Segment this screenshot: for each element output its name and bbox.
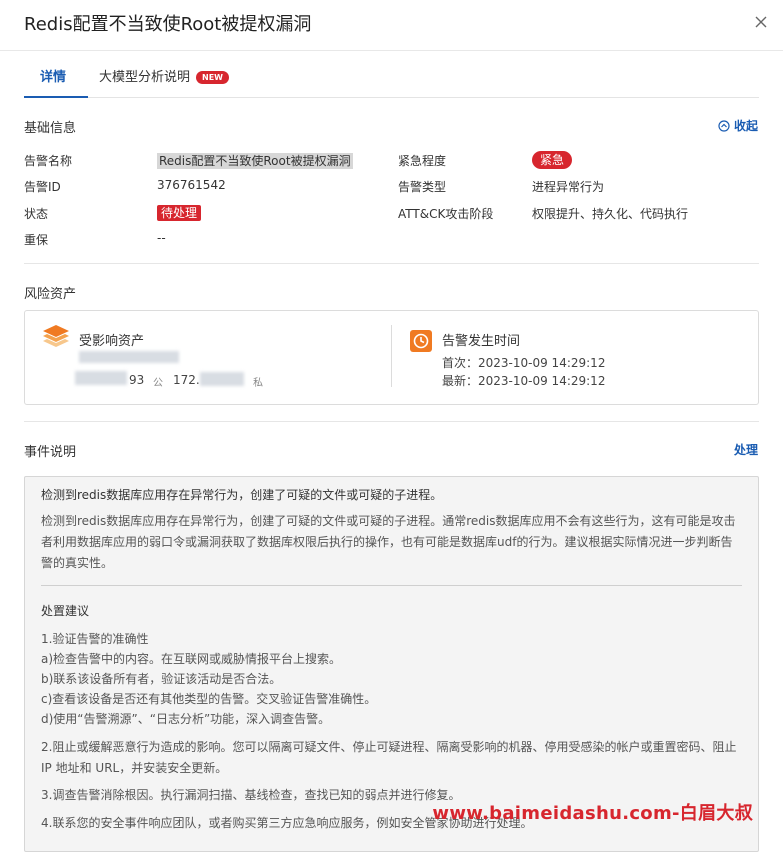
alert-type-value: 进程异常行为	[532, 180, 605, 194]
clock-icon	[410, 330, 432, 352]
urgency-label: 紧急程度	[398, 154, 447, 168]
private-ip-tag: 私	[253, 378, 263, 389]
collapse-button[interactable]: 收起	[718, 117, 758, 134]
collapse-label: 收起	[733, 119, 758, 133]
advice-1-d: d)使用“告警溯源”、“日志分析”功能，深入调查告警。	[41, 712, 331, 726]
status-value: 待处理	[157, 204, 202, 221]
close-icon[interactable]	[751, 12, 771, 32]
advice-1-b: b)联系该设备所有者，验证该活动是否合法。	[41, 672, 282, 686]
urgency-value: 紧急	[532, 151, 573, 169]
layers-icon	[41, 325, 71, 355]
redacted-ip	[75, 371, 127, 385]
redacted-hostname	[79, 351, 179, 363]
tab-bar: 详情 大模型分析说明 NEW	[24, 50, 759, 98]
advice-2: 2.阻止或缓解恶意行为造成的影响。您可以隔离可疑文件、停止可疑进程、隔离受影响的…	[41, 740, 737, 775]
watermark: www.baimeidashu.com-白眉大叔	[432, 803, 753, 824]
backup-label: 重保	[24, 233, 49, 247]
risk-asset-card: 受影响资产 93 公 172. 私 告警发生时间 首次：2023-10-09 1…	[24, 310, 759, 405]
tab-details-label: 详情	[40, 70, 67, 85]
advice-1-a: a)检查告警中的内容。在互联网或威胁情报平台上搜索。	[41, 652, 342, 666]
divider	[24, 263, 759, 264]
event-detail: 检测到redis数据库应用存在异常行为，创建了可疑的文件或可疑的子进程。通常re…	[41, 514, 736, 570]
tab-llm-analysis-label: 大模型分析说明	[99, 70, 191, 85]
collapse-up-icon	[718, 120, 730, 132]
alert-id-value: 376761542	[157, 178, 226, 192]
page-title: Redis配置不当致使Root被提权漏洞	[24, 14, 312, 35]
public-ip-tag: 公	[153, 378, 163, 389]
alert-id-label: 告警ID	[24, 180, 61, 194]
event-description-box: 检测到redis数据库应用存在异常行为，创建了可疑的文件或可疑的子进程。 检测到…	[24, 476, 759, 852]
attck-label: ATT&CK攻击阶段	[398, 207, 494, 221]
last-time: 最新：2023-10-09 14:29:12	[442, 374, 606, 388]
new-badge: NEW	[196, 71, 229, 84]
alert-type-label: 告警类型	[398, 180, 447, 194]
affected-asset-label: 受影响资产	[79, 334, 145, 349]
event-divider	[41, 585, 742, 586]
alert-name-label: 告警名称	[24, 154, 73, 168]
alert-time-label: 告警发生时间	[442, 334, 521, 349]
risk-assets-title: 风险资产	[24, 287, 77, 302]
tab-details[interactable]: 详情	[40, 66, 66, 85]
event-title: 事件说明	[24, 445, 77, 460]
event-summary: 检测到redis数据库应用存在异常行为，创建了可疑的文件或可疑的子进程。	[41, 488, 443, 502]
card-separator	[391, 325, 392, 387]
advice-title: 处置建议	[41, 604, 90, 618]
active-tab-indicator	[24, 96, 88, 98]
advice-1-title: 1.验证告警的准确性	[41, 632, 149, 646]
drawer-header: Redis配置不当致使Root被提权漏洞	[0, 0, 783, 51]
redacted-private-ip	[200, 372, 244, 386]
attck-value: 权限提升、持久化、代码执行	[532, 207, 689, 221]
status-badge: 待处理	[157, 205, 202, 221]
advice-1-c: c)查看该设备是否还有其他类型的告警。交叉验证告警准确性。	[41, 692, 377, 706]
basic-info-title: 基础信息	[24, 121, 77, 136]
tab-llm-analysis[interactable]: 大模型分析说明 NEW	[99, 66, 229, 85]
urgency-badge: 紧急	[532, 151, 573, 169]
divider	[24, 421, 759, 422]
handle-button[interactable]: 处理	[734, 441, 758, 458]
public-ip-suffix: 93	[129, 373, 145, 387]
alert-name-text: Redis配置不当致使Root被提权漏洞	[157, 153, 353, 169]
first-time: 首次：2023-10-09 14:29:12	[442, 356, 606, 370]
status-label: 状态	[24, 207, 49, 221]
backup-value: --	[157, 231, 166, 245]
private-ip-prefix: 172.	[173, 373, 200, 387]
alert-name-value: Redis配置不当致使Root被提权漏洞	[157, 152, 353, 169]
